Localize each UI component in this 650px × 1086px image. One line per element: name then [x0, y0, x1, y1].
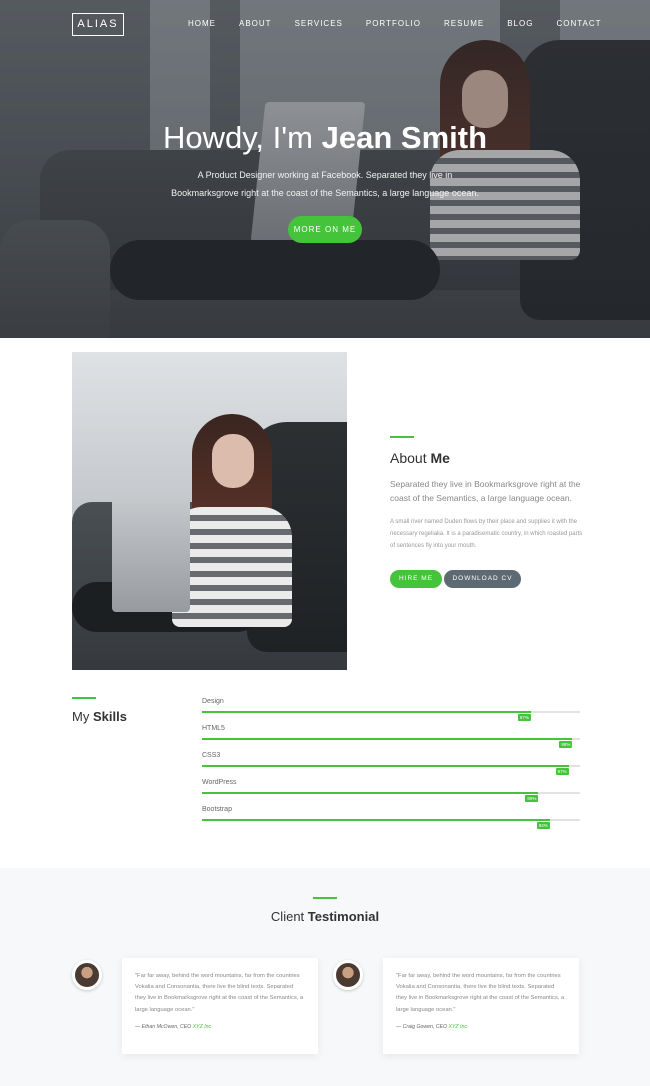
about-lead: Separated they live in Bookmarksgrove ri… — [390, 479, 581, 503]
testimonial-author: — Craig Gowen, CEO XYZ Inc — [396, 1024, 566, 1030]
about-accent-line — [390, 436, 414, 438]
download-cv-button[interactable]: DOWNLOAD CV — [444, 570, 521, 588]
testimonial-heading: Client Testimonial — [0, 909, 650, 924]
skill-progress-fill — [202, 792, 539, 794]
skills-heading-block: My Skills — [72, 697, 127, 724]
skill-progress-track — [202, 765, 580, 767]
skill-percent-badge: 87% — [517, 714, 531, 721]
hero-greeting: Howdy, I'm — [162, 120, 314, 155]
testimonial-author: — Ethan McOwen, CEO XYZ Inc — [135, 1024, 305, 1030]
testimonial-company[interactable]: XYZ Inc — [193, 1024, 211, 1030]
avatar — [333, 960, 363, 990]
testimonial-author-name: — Craig Gowen, CEO — [396, 1023, 448, 1030]
skill-progress-fill — [202, 765, 569, 767]
about-section: About Me Separated they live in Bookmark… — [390, 436, 585, 588]
testimonial-quote: "Far far away, behind the word mountains… — [396, 973, 565, 1013]
skill-percent-badge: 98% — [559, 741, 573, 748]
nav-menu: HOME ABOUT SERVICES PORTFOLIO RESUME BLO… — [188, 19, 625, 28]
about-buttons: HIRE ME DOWNLOAD CV — [390, 570, 585, 588]
nav-item-home[interactable]: HOME — [188, 19, 216, 28]
skills-heading: My Skills — [72, 709, 127, 724]
more-on-me-button[interactable]: MORE ON ME — [288, 216, 362, 243]
skill-progress-fill — [202, 711, 531, 713]
nav-item-contact[interactable]: CONTACT — [556, 19, 601, 28]
nav-item-services[interactable]: SERVICES — [295, 19, 343, 28]
avatar — [72, 960, 102, 990]
skills-list: Design 87% HTML5 98% CSS3 97% WordPress 89% Boot… — [202, 698, 580, 833]
testimonial-heading-light: Client — [270, 909, 305, 924]
testimonial-card: "Far far away, behind the word mountains… — [122, 958, 318, 1054]
skill-percent-badge: 89% — [525, 795, 539, 802]
testimonial-quote: "Far far away, behind the word mountains… — [135, 973, 304, 1013]
skill-item: CSS3 97% — [202, 752, 580, 779]
skills-heading-light: My — [72, 709, 90, 724]
nav-item-portfolio[interactable]: PORTFOLIO — [366, 19, 421, 28]
testimonial-heading-block: Client Testimonial — [0, 897, 650, 924]
hero-content: Howdy, I'm Jean Smith A Product Designer… — [0, 120, 650, 243]
skill-item: WordPress 89% — [202, 779, 580, 806]
skills-accent-line — [72, 697, 96, 699]
nav-item-blog[interactable]: BLOG — [507, 19, 533, 28]
skill-item: Bootstrap 92% — [202, 806, 580, 833]
testimonial-author-name: — Ethan McOwen, CEO — [135, 1023, 192, 1030]
about-heading-light: About — [390, 450, 427, 466]
skill-progress-fill — [202, 819, 550, 821]
about-photo — [72, 352, 347, 670]
skill-name: WordPress — [202, 779, 237, 786]
site-logo[interactable]: ALIAS — [72, 13, 124, 36]
hero-name: Jean Smith — [321, 120, 488, 155]
skill-progress-track — [202, 792, 580, 794]
hero-title: Howdy, I'm Jean Smith — [0, 120, 650, 156]
skill-item: HTML5 98% — [202, 725, 580, 752]
testimonial-card: "Far far away, behind the word mountains… — [383, 958, 579, 1054]
skills-heading-bold: Skills — [92, 709, 127, 724]
skill-progress-track — [202, 738, 580, 740]
top-nav: ALIAS HOME ABOUT SERVICES PORTFOLIO RESU… — [0, 0, 650, 48]
nav-item-about[interactable]: ABOUT — [239, 19, 272, 28]
skill-name: CSS3 — [202, 752, 221, 759]
skill-progress-track — [202, 819, 580, 821]
hero-subtitle: A Product Designer working at Facebook. … — [171, 170, 479, 198]
hire-me-button[interactable]: HIRE ME — [390, 570, 442, 588]
skill-progress-track — [202, 711, 580, 713]
about-heading-bold: Me — [430, 450, 450, 466]
skill-name: Bootstrap — [202, 806, 232, 813]
testimonial-accent-line — [313, 897, 337, 899]
skill-name: Design — [202, 698, 224, 705]
about-heading: About Me — [390, 450, 585, 466]
testimonial-company[interactable]: XYZ Inc — [448, 1024, 466, 1030]
nav-item-resume[interactable]: RESUME — [444, 19, 484, 28]
skill-name: HTML5 — [202, 725, 225, 732]
hero-section: ALIAS HOME ABOUT SERVICES PORTFOLIO RESU… — [0, 0, 650, 338]
skill-item: Design 87% — [202, 698, 580, 725]
skill-percent-badge: 92% — [536, 822, 550, 829]
testimonial-heading-bold: Testimonial — [307, 909, 380, 924]
skill-progress-fill — [202, 738, 573, 740]
about-body: A small river named Duden flows by their… — [390, 519, 583, 549]
skill-percent-badge: 97% — [555, 768, 569, 775]
